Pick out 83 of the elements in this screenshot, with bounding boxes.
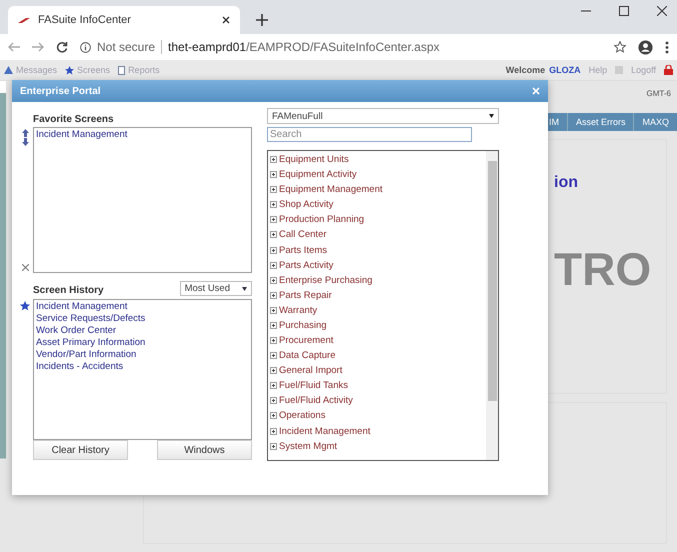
arrow-up-icon[interactable] bbox=[22, 129, 28, 137]
expand-icon[interactable] bbox=[270, 397, 277, 404]
menu-icon[interactable] bbox=[665, 40, 669, 54]
tree-item[interactable]: General Import bbox=[279, 365, 342, 376]
menu-dropdown[interactable]: FAMenuFull bbox=[267, 108, 499, 124]
tree-item[interactable]: Equipment Units bbox=[279, 154, 349, 166]
lock-icon bbox=[664, 65, 673, 75]
triangle-icon bbox=[4, 66, 13, 74]
expand-icon[interactable] bbox=[270, 352, 277, 360]
expand-icon[interactable] bbox=[270, 276, 277, 284]
timezone-label: GMT-6 bbox=[646, 89, 671, 100]
logo-icon bbox=[18, 16, 30, 24]
expand-icon[interactable] bbox=[270, 292, 277, 299]
list-item[interactable]: Incident Management bbox=[36, 301, 249, 312]
tree-item[interactable]: Shop Activity bbox=[279, 199, 334, 210]
sort-dropdown[interactable]: Most Used bbox=[180, 281, 252, 296]
account-icon[interactable] bbox=[638, 40, 653, 54]
reload-icon[interactable] bbox=[56, 41, 68, 53]
list-item[interactable]: Asset Primary Information bbox=[36, 337, 249, 348]
welcome-text: Welcome bbox=[506, 65, 546, 75]
browser-tab[interactable]: FASuite InfoCenter bbox=[8, 6, 240, 34]
nav-tab[interactable]: MAXQ bbox=[633, 113, 677, 131]
expand-icon[interactable] bbox=[270, 156, 277, 164]
expand-icon[interactable] bbox=[270, 322, 277, 329]
user-name: GLOZA bbox=[549, 65, 581, 75]
tree-item[interactable]: Call Center bbox=[279, 229, 327, 240]
tree-item[interactable]: Parts Repair bbox=[279, 290, 332, 301]
star-icon bbox=[65, 66, 74, 74]
action-button[interactable]: Windows bbox=[157, 440, 252, 460]
scrollbar[interactable] bbox=[486, 151, 498, 460]
heading-text: ion bbox=[554, 174, 578, 192]
tree-item[interactable]: System Mgmt bbox=[279, 440, 338, 452]
expand-icon[interactable] bbox=[270, 337, 277, 344]
remove-icon[interactable] bbox=[22, 264, 28, 271]
expand-icon[interactable] bbox=[270, 246, 277, 254]
expand-icon[interactable] bbox=[270, 262, 277, 269]
caret-icon bbox=[242, 286, 247, 290]
tree-item[interactable]: Fuel/Fluid Activity bbox=[279, 395, 353, 406]
tree-item[interactable]: Warranty bbox=[279, 304, 318, 316]
list-item[interactable]: Incident Management bbox=[36, 129, 249, 140]
tree-item[interactable]: Equipment Activity bbox=[279, 169, 357, 180]
action-button[interactable]: Clear History bbox=[33, 440, 128, 460]
expand-icon[interactable] bbox=[270, 382, 277, 390]
tree-item[interactable]: Incident Management bbox=[279, 426, 370, 436]
dialog-title: Enterprise Portal bbox=[20, 86, 102, 96]
arrow-down-icon[interactable] bbox=[22, 138, 28, 146]
star-icon[interactable] bbox=[614, 41, 626, 53]
close-icon[interactable] bbox=[222, 16, 230, 24]
expand-icon[interactable] bbox=[270, 201, 277, 208]
expand-icon[interactable] bbox=[270, 442, 277, 450]
section-label: Screen History bbox=[33, 285, 104, 296]
tree-item[interactable]: Parts Activity bbox=[279, 260, 334, 271]
tree-item[interactable]: Fuel/Fluid Tanks bbox=[279, 380, 348, 392]
list-item[interactable]: Work Order Center bbox=[36, 325, 249, 336]
maximize-icon[interactable] bbox=[619, 6, 629, 16]
document-icon bbox=[118, 66, 126, 74]
expand-icon[interactable] bbox=[270, 367, 277, 374]
expand-icon[interactable] bbox=[270, 306, 277, 314]
expand-icon[interactable] bbox=[270, 186, 277, 194]
list-item[interactable]: Service Requests/Defects bbox=[36, 313, 249, 324]
expand-icon[interactable] bbox=[270, 428, 277, 434]
expand-icon[interactable] bbox=[270, 216, 277, 224]
tree-item[interactable]: Equipment Management bbox=[279, 184, 383, 196]
caret-icon bbox=[489, 114, 494, 118]
tree-item[interactable]: Operations bbox=[279, 410, 326, 422]
tree-item[interactable]: Parts Items bbox=[279, 244, 328, 256]
list-item[interactable]: Vendor/Part Information bbox=[36, 349, 249, 360]
list-item[interactable]: Incidents - Accidents bbox=[36, 361, 249, 372]
section-label: Favorite Screens bbox=[33, 114, 115, 125]
star-icon[interactable] bbox=[20, 301, 30, 311]
nav-tab[interactable]: Asset Errors bbox=[566, 113, 634, 131]
tree-item[interactable]: Procurement bbox=[279, 335, 334, 346]
tree-item[interactable]: Purchasing bbox=[279, 320, 327, 331]
expand-icon[interactable] bbox=[270, 171, 277, 178]
search-field[interactable]: Search bbox=[267, 127, 472, 142]
tree-item[interactable]: Data Capture bbox=[279, 350, 336, 362]
tree-item[interactable]: Production Planning bbox=[279, 214, 364, 226]
tree-item[interactable]: Enterprise Purchasing bbox=[279, 274, 372, 286]
logo-text: TRO bbox=[554, 242, 652, 296]
expand-icon[interactable] bbox=[270, 231, 277, 238]
info-icon bbox=[80, 42, 91, 52]
expand-icon[interactable] bbox=[270, 412, 277, 420]
close-icon[interactable] bbox=[657, 6, 667, 16]
